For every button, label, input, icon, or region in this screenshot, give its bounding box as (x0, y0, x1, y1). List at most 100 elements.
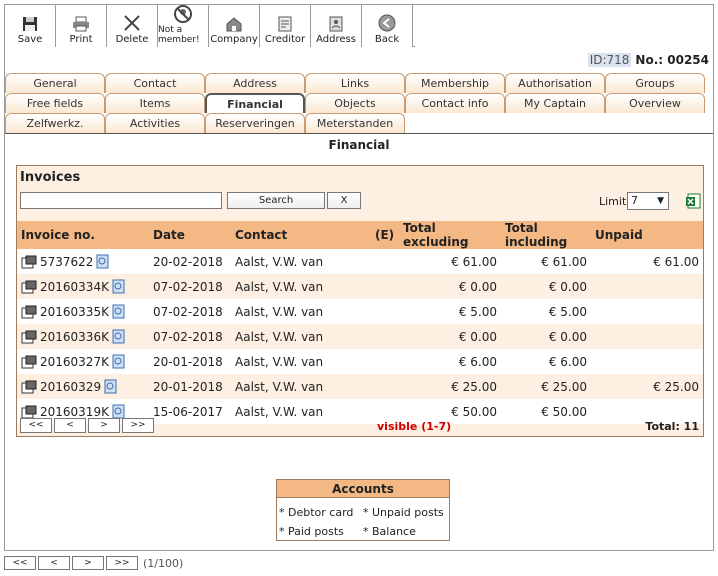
clear-search-button[interactable]: X (327, 192, 361, 209)
company-button[interactable]: Company (209, 5, 260, 47)
tab-objects[interactable]: Objects (305, 93, 405, 113)
record-first-button[interactable]: << (4, 556, 36, 570)
chevron-down-icon: ▼ (657, 196, 664, 206)
invoice-e (371, 324, 399, 349)
magnifier-icon[interactable] (96, 254, 109, 269)
paid-posts-link[interactable]: * Paid posts (279, 525, 344, 538)
invoices-pager: << < > >> (20, 418, 156, 433)
print-button[interactable]: Print (56, 5, 107, 47)
invoice-contact: Aalst, V.W. van (231, 399, 371, 424)
invoice-doc-icon[interactable] (21, 405, 37, 419)
invoice-doc-icon[interactable] (21, 255, 37, 269)
col-total-including[interactable]: Total including (501, 221, 591, 249)
tab-authorisation[interactable]: Authorisation (505, 73, 605, 93)
limit-value: 7 (631, 194, 638, 207)
limit-select[interactable]: 7 ▼ (627, 192, 669, 210)
back-button[interactable]: Back (362, 5, 413, 47)
invoice-date: 20-01-2018 (149, 349, 231, 374)
invoice-unpaid: € 25.00 (591, 374, 703, 399)
col-invoice-no[interactable]: Invoice no. (17, 221, 149, 249)
tab-items[interactable]: Items (105, 93, 205, 113)
invoice-e (371, 249, 399, 274)
tab-groups[interactable]: Groups (605, 73, 705, 93)
tab-overview[interactable]: Overview (605, 93, 705, 113)
record-page-indicator: (1/100) (143, 556, 184, 570)
table-row[interactable]: 5737622 20-02-2018 Aalst, V.W. van € 61.… (17, 249, 703, 274)
magnifier-icon[interactable] (112, 304, 125, 319)
address-label: Address (316, 34, 356, 45)
invoice-date: 20-01-2018 (149, 374, 231, 399)
tab-contact-info[interactable]: Contact info (405, 93, 505, 113)
delete-x-icon (124, 15, 140, 31)
table-row[interactable]: 20160336K 07-02-2018 Aalst, V.W. van € 0… (17, 324, 703, 349)
back-label: Back (374, 34, 400, 45)
magnifier-icon[interactable] (112, 354, 125, 369)
table-row[interactable]: 20160335K 07-02-2018 Aalst, V.W. van € 5… (17, 299, 703, 324)
tab-membership[interactable]: Membership (405, 73, 505, 93)
table-row[interactable]: 20160329 20-01-2018 Aalst, V.W. van € 25… (17, 374, 703, 399)
invoice-doc-icon[interactable] (21, 280, 37, 294)
search-button[interactable]: Search (227, 192, 325, 209)
address-button[interactable]: Address (311, 5, 362, 47)
invoice-doc-icon[interactable] (21, 305, 37, 319)
invoice-doc-icon[interactable] (21, 380, 37, 394)
pager-prev-button[interactable]: < (54, 418, 86, 433)
record-next-button[interactable]: > (72, 556, 104, 570)
creditor-button[interactable]: Creditor (260, 5, 311, 47)
debtor-card-link[interactable]: * Debtor card (279, 506, 353, 519)
unpaid-posts-link[interactable]: * Unpaid posts (363, 506, 444, 519)
invoice-contact: Aalst, V.W. van (231, 299, 371, 324)
address-book-icon (329, 16, 343, 32)
not-member-button[interactable]: Not a member! (158, 5, 209, 47)
tab-free-fields[interactable]: Free fields (5, 93, 105, 113)
invoice-total-incl: € 25.00 (501, 374, 591, 399)
table-row[interactable]: 20160327K 20-01-2018 Aalst, V.W. van € 6… (17, 349, 703, 374)
invoice-number: 20160329 (40, 379, 102, 394)
excel-export-icon[interactable] (685, 193, 701, 209)
house-icon (226, 17, 242, 32)
magnifier-icon[interactable] (112, 329, 125, 344)
col-unpaid[interactable]: Unpaid (591, 221, 703, 249)
pager-last-button[interactable]: >> (122, 418, 154, 433)
table-row[interactable]: 20160334K 07-02-2018 Aalst, V.W. van € 0… (17, 274, 703, 299)
invoice-doc-icon[interactable] (21, 330, 37, 344)
invoice-search-input[interactable] (20, 192, 222, 209)
invoice-total-incl: € 5.00 (501, 299, 591, 324)
tab-reserveringen[interactable]: Reserveringen (205, 113, 305, 133)
invoice-doc-icon[interactable] (21, 355, 37, 369)
tab-activities[interactable]: Activities (105, 113, 205, 133)
tab-financial[interactable]: Financial (205, 93, 305, 113)
invoice-number: 20160334K (40, 279, 109, 294)
balance-link[interactable]: * Balance (363, 525, 416, 538)
invoices-title: Invoices (20, 170, 81, 185)
tab-underline (5, 133, 713, 134)
tab-row-3: Zelfwerkz. Activities Reserveringen Mete… (5, 113, 713, 133)
delete-button[interactable]: Delete (107, 5, 158, 47)
col-contact[interactable]: Contact (231, 221, 371, 249)
record-prev-button[interactable]: < (38, 556, 70, 570)
invoice-number: 20160335K (40, 304, 109, 319)
magnifier-icon[interactable] (112, 279, 125, 294)
tab-address[interactable]: Address (205, 73, 305, 93)
tab-links[interactable]: Links (305, 73, 405, 93)
save-button[interactable]: Save (5, 5, 56, 47)
tab-my-captain[interactable]: My Captain (505, 93, 605, 113)
tab-general[interactable]: General (5, 73, 105, 93)
tab-contact[interactable]: Contact (105, 73, 205, 93)
col-e[interactable]: (E) (371, 221, 399, 249)
invoice-contact: Aalst, V.W. van (231, 349, 371, 374)
magnifier-icon[interactable] (104, 379, 117, 394)
tab-bar: General Contact Address Links Membership… (5, 73, 713, 134)
col-date[interactable]: Date (149, 221, 231, 249)
pager-first-button[interactable]: << (20, 418, 52, 433)
col-total-excluding[interactable]: Total excluding (399, 221, 501, 249)
tab-zelfwerkz[interactable]: Zelfwerkz. (5, 113, 105, 133)
prohibited-person-icon (174, 5, 192, 23)
record-id: ID:718 (587, 53, 632, 67)
invoice-unpaid (591, 274, 703, 299)
pager-next-button[interactable]: > (88, 418, 120, 433)
invoice-total-incl: € 6.00 (501, 349, 591, 374)
tab-meterstanden[interactable]: Meterstanden (305, 113, 405, 133)
magnifier-icon[interactable] (112, 404, 125, 419)
record-last-button[interactable]: >> (106, 556, 138, 570)
